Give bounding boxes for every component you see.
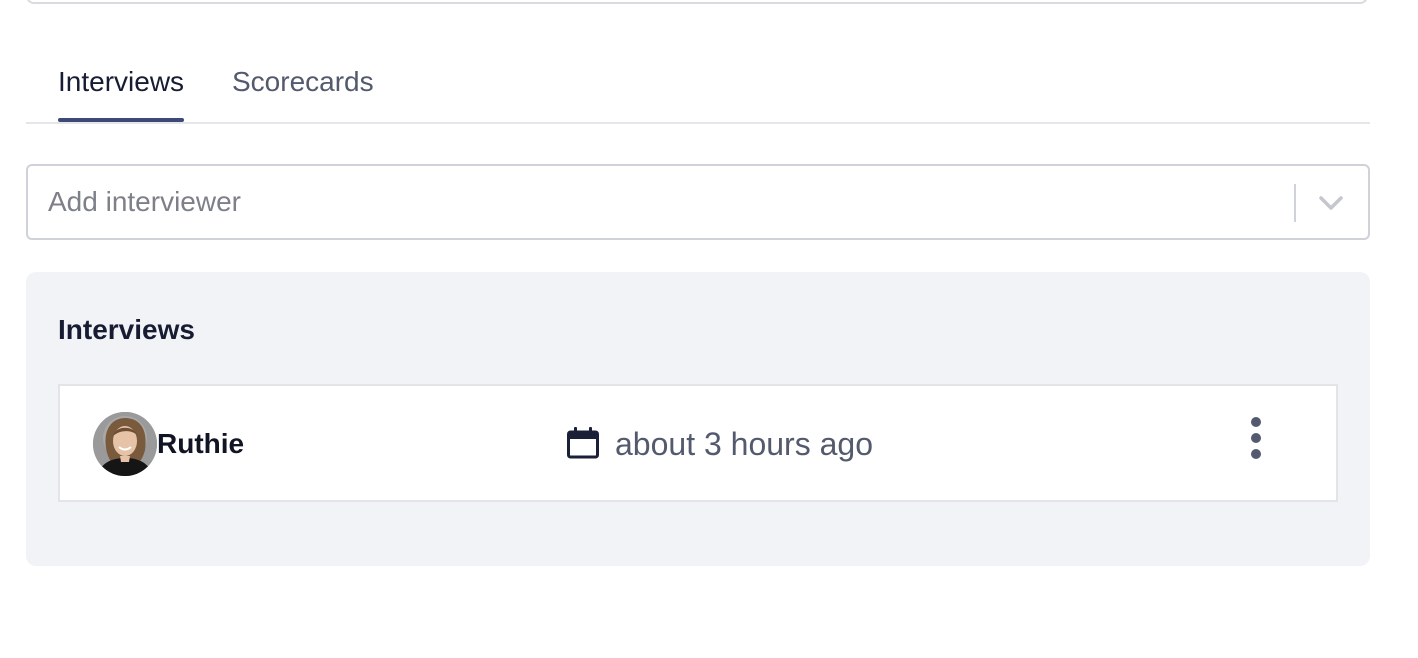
avatar [93,412,157,476]
more-vertical-icon-dot [1251,449,1261,459]
previous-card [26,0,1368,4]
more-options-button[interactable] [1236,414,1276,462]
interviews-panel: Interviews Ruthie about 3 hours ago [26,272,1370,566]
select-divider [1294,184,1296,222]
tab-bar: Interviews Scorecards [26,50,1370,124]
tab-scorecards[interactable]: Scorecards [232,50,374,122]
interview-time: about 3 hours ago [615,426,873,462]
tab-interviews[interactable]: Interviews [58,50,185,122]
add-interviewer-placeholder: Add interviewer [48,186,241,217]
chevron-down-icon[interactable] [1316,190,1346,216]
page: Interviews Scorecards Add interviewer In… [0,0,1418,658]
avatar-image [93,412,157,476]
add-interviewer-select[interactable]: Add interviewer [26,164,1370,240]
calendar-icon [567,427,599,459]
interviews-panel-title: Interviews [58,314,195,345]
more-vertical-icon [1251,417,1261,427]
interview-row[interactable]: Ruthie about 3 hours ago [58,384,1338,502]
more-vertical-icon-dot [1251,433,1261,443]
interviewer-name: Ruthie [157,428,245,459]
